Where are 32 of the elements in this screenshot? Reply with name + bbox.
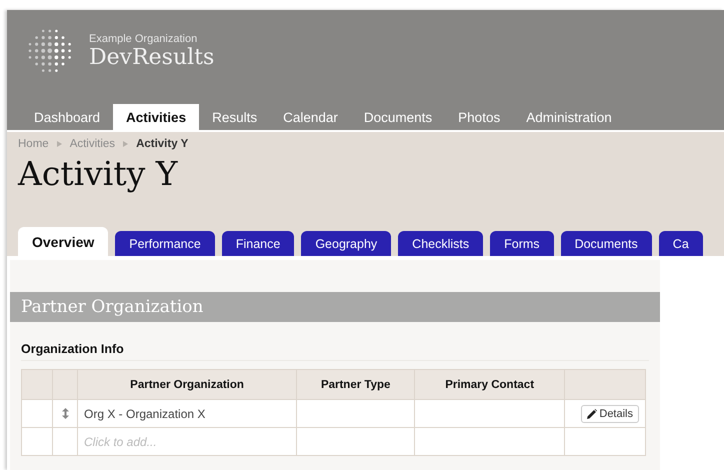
- nav-tab[interactable]: Results: [199, 104, 270, 130]
- nav-tab[interactable]: Dashboard: [21, 104, 114, 130]
- nav-tab[interactable]: Administration: [513, 104, 625, 130]
- table-cell: [22, 428, 52, 456]
- tab[interactable]: Forms: [490, 231, 554, 256]
- drag-handle-icon[interactable]: [62, 408, 68, 419]
- nav-tab[interactable]: Calendar: [270, 104, 351, 130]
- tab[interactable]: Overview: [18, 227, 108, 256]
- table-cell: Org X - Organization X: [78, 400, 297, 428]
- subsection-title: Organization Info: [21, 342, 649, 361]
- tab[interactable]: Performance: [115, 231, 215, 256]
- column-header: Partner Organization: [78, 370, 297, 400]
- tab[interactable]: Ca: [658, 231, 703, 256]
- app-name: DevResults: [89, 44, 214, 70]
- tab[interactable]: Finance: [222, 231, 294, 256]
- organization-name: Example Organization: [89, 32, 198, 44]
- details-button[interactable]: Details: [581, 404, 639, 422]
- tab[interactable]: Checklists: [398, 231, 484, 256]
- tab[interactable]: Documents: [560, 231, 652, 256]
- breadcrumb-current: Activity Y: [136, 138, 188, 150]
- header-cell: [22, 370, 52, 400]
- section-header: Partner Organization: [10, 292, 660, 322]
- column-header: Primary Contact: [414, 370, 564, 400]
- pencil-icon: [587, 408, 598, 418]
- nav-tab[interactable]: Photos: [445, 104, 514, 130]
- page-title: Activity Y: [18, 154, 179, 193]
- chevron-icon: [123, 141, 128, 147]
- nav-tab[interactable]: Activities: [113, 104, 200, 130]
- column-header: Partner Type: [296, 370, 415, 400]
- nav-tab[interactable]: Documents: [350, 104, 446, 130]
- chevron-icon: [56, 141, 62, 147]
- tab[interactable]: Geography: [301, 231, 392, 256]
